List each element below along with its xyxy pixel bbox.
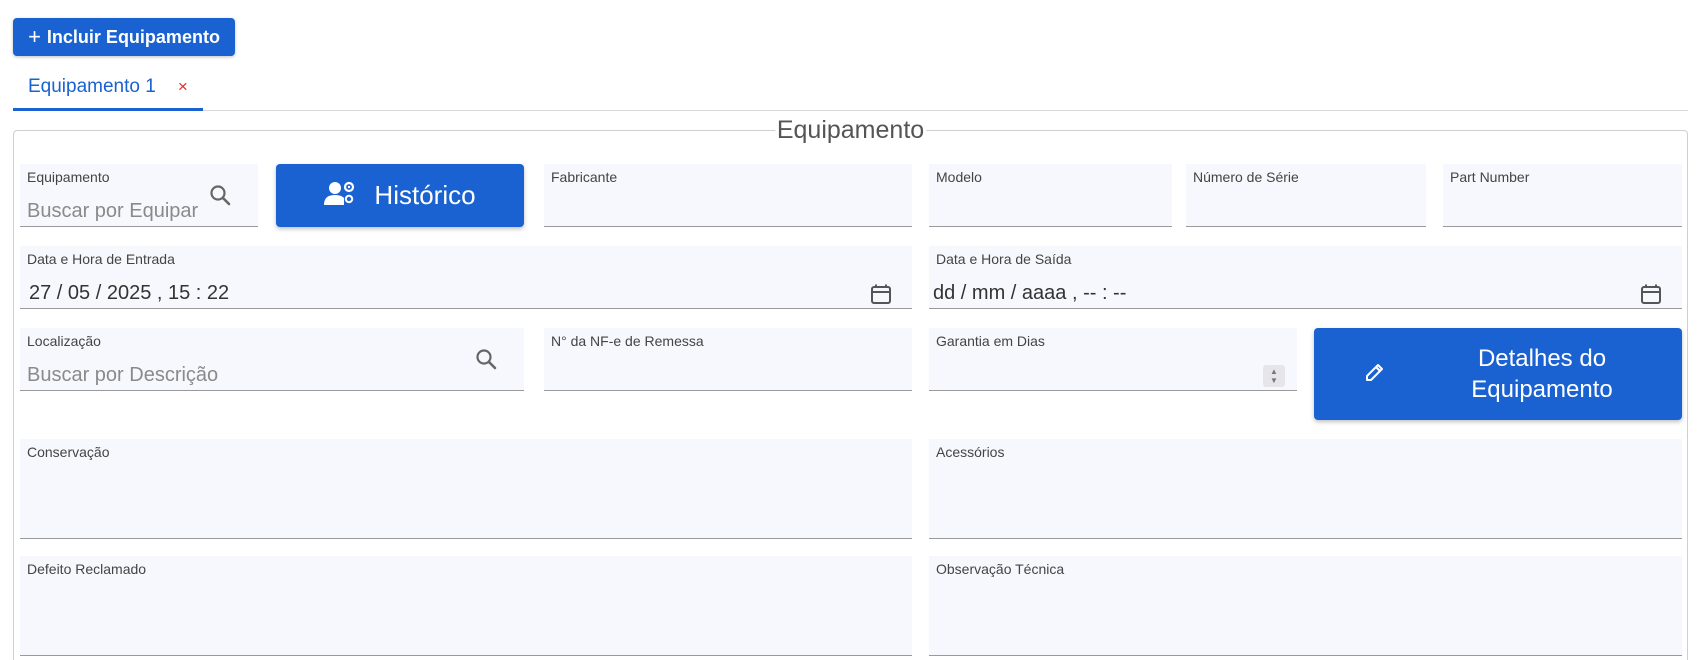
field-label: Defeito Reclamado: [27, 561, 147, 577]
technical-note-field[interactable]: Observação Técnica: [929, 556, 1682, 656]
details-label: Detalhes do Equipamento: [1471, 345, 1613, 403]
location-search-field[interactable]: Localização Buscar por Descrição: [20, 328, 524, 391]
plus-icon: +: [28, 24, 41, 49]
manufacturer-field[interactable]: Fabricante: [544, 164, 912, 227]
equipment-details-button[interactable]: Detalhes do Equipamento: [1314, 328, 1682, 420]
history-label: Histórico: [374, 180, 476, 210]
serial-number-field[interactable]: Número de Série: [1186, 164, 1426, 227]
chevron-up-icon[interactable]: ▲: [1270, 367, 1278, 376]
tab-bar: Equipamento 1 ×: [13, 66, 1688, 111]
part-number-field[interactable]: Part Number: [1443, 164, 1682, 227]
field-value: dd / mm / aaaa , -- : --: [933, 282, 1127, 304]
chevron-down-icon[interactable]: ▼: [1270, 376, 1278, 385]
accessories-field[interactable]: Acessórios: [929, 439, 1682, 539]
calendar-icon[interactable]: [870, 283, 892, 310]
field-label: Conservação: [27, 444, 110, 460]
field-label: Fabricante: [551, 169, 618, 185]
calendar-icon[interactable]: [1640, 283, 1662, 310]
user-settings-icon: [324, 179, 356, 212]
field-label: Garantia em Dias: [936, 333, 1045, 349]
nfe-remittance-field[interactable]: N° da NF-e de Remessa: [544, 328, 912, 391]
field-label: Part Number: [1450, 169, 1530, 185]
field-label: Data e Hora de Entrada: [27, 251, 175, 267]
equipment-section: Equipamento Equipamento Buscar por Equip…: [13, 116, 1688, 660]
section-title: Equipamento: [774, 116, 927, 145]
number-stepper[interactable]: ▲ ▼: [1263, 365, 1285, 387]
warranty-days-field[interactable]: Garantia em Dias ▲ ▼: [929, 328, 1297, 391]
field-label: N° da NF-e de Remessa: [551, 333, 704, 349]
field-label: Data e Hora de Saída: [936, 251, 1072, 267]
model-field[interactable]: Modelo: [929, 164, 1172, 227]
field-placeholder: Buscar por Equipar: [27, 200, 199, 222]
history-button[interactable]: Histórico: [276, 164, 524, 227]
add-equipment-label: Incluir Equipamento: [46, 26, 220, 47]
field-value: 27 / 05 / 2025 , 15 : 22: [29, 282, 230, 304]
equipment-search-field[interactable]: Equipamento Buscar por Equipar: [20, 164, 258, 227]
field-label: Acessórios: [936, 444, 1005, 460]
add-equipment-button[interactable]: + Incluir Equipamento: [13, 18, 235, 56]
entry-datetime-field[interactable]: Data e Hora de Entrada 27 / 05 / 2025 , …: [20, 246, 912, 309]
field-label: Número de Série: [1193, 169, 1299, 185]
search-icon[interactable]: [208, 183, 232, 212]
tab-label: Equipamento 1: [28, 76, 156, 97]
pencil-icon: [1364, 361, 1386, 388]
field-label: Localização: [27, 333, 101, 349]
claimed-defect-field[interactable]: Defeito Reclamado: [20, 556, 912, 656]
tab-equipamento-1[interactable]: Equipamento 1 ×: [13, 66, 203, 111]
field-label: Equipamento: [27, 169, 110, 185]
field-label: Modelo: [936, 169, 982, 185]
close-icon[interactable]: ×: [178, 77, 188, 97]
search-icon[interactable]: [474, 347, 498, 376]
field-label: Observação Técnica: [936, 561, 1065, 577]
exit-datetime-field[interactable]: Data e Hora de Saída dd / mm / aaaa , --…: [929, 246, 1682, 309]
conservation-field[interactable]: Conservação: [20, 439, 912, 539]
field-placeholder: Buscar por Descrição: [27, 364, 219, 386]
